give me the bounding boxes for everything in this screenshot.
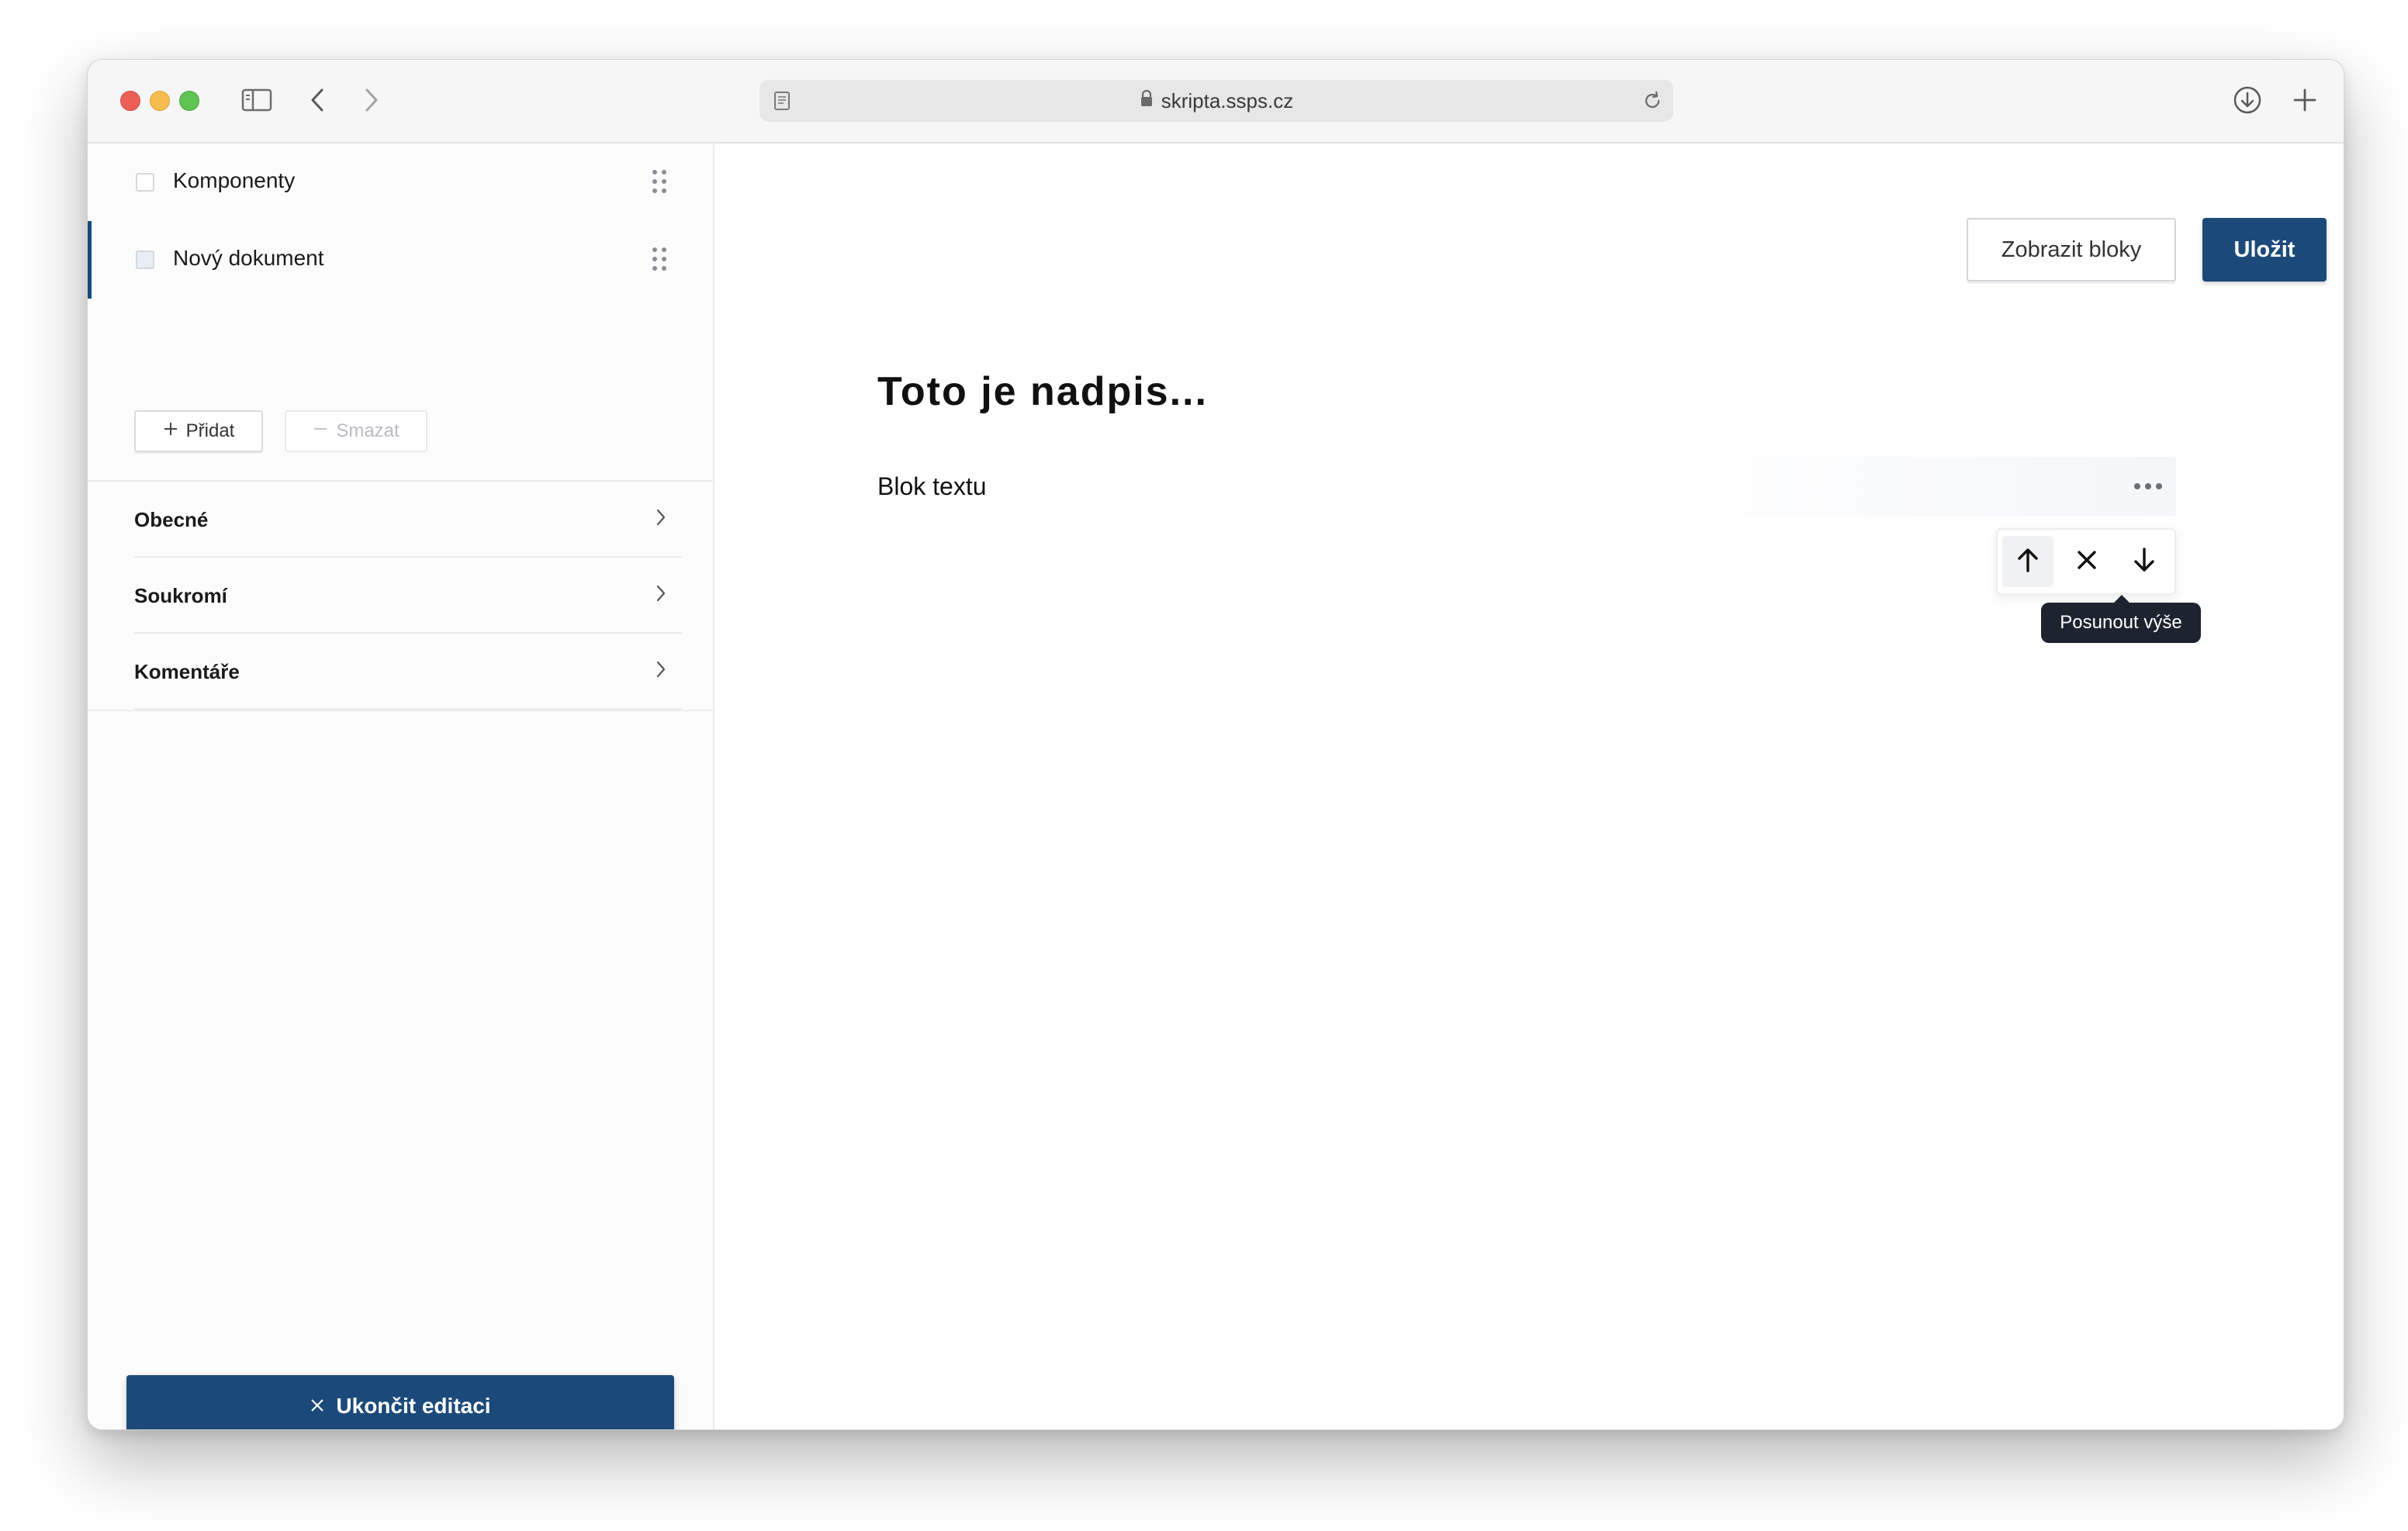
reload-icon[interactable]	[1642, 90, 1662, 116]
document-item-komponenty[interactable]: Komponenty	[88, 143, 713, 221]
section-label: Komentáře	[134, 660, 240, 683]
text-block-content[interactable]: Blok textu	[877, 472, 987, 501]
drag-handle-icon[interactable]	[652, 170, 668, 195]
move-down-button[interactable]	[2119, 536, 2170, 587]
new-tab-icon[interactable]	[2288, 83, 2322, 117]
close-icon	[2076, 549, 2098, 575]
move-up-button[interactable]	[2002, 536, 2053, 587]
document-item-novy-dokument[interactable]: Nový dokument	[88, 221, 713, 299]
close-icon	[310, 1394, 325, 1419]
delete-document-button[interactable]: Smazat	[285, 410, 427, 452]
drag-handle-icon[interactable]	[652, 247, 668, 272]
chevron-right-icon	[656, 508, 666, 530]
section-komentare[interactable]: Komentáře	[134, 634, 682, 710]
exit-editing-button[interactable]: Ukončit editaci	[126, 1375, 674, 1429]
back-icon[interactable]	[303, 83, 331, 117]
sidebar: Komponenty Nový dokument Přidat Smazat O…	[88, 143, 714, 1429]
browser-window: skripta.ssps.cz Komponenty Nový dokument…	[87, 59, 2344, 1430]
sidebar-divider	[88, 710, 713, 711]
more-options-icon[interactable]	[2134, 483, 2162, 491]
text-block[interactable]: Blok textu	[877, 457, 2176, 516]
section-label: Soukromí	[134, 584, 227, 607]
arrow-down-icon	[2133, 547, 2156, 577]
address-text: skripta.ssps.cz	[759, 80, 1673, 122]
document-label: Nový dokument	[173, 246, 324, 270]
zoom-window-button[interactable]	[179, 91, 199, 111]
delete-label: Smazat	[336, 420, 400, 441]
show-blocks-button[interactable]: Zobrazit bloky	[1967, 218, 2176, 282]
address-bar[interactable]: skripta.ssps.cz	[759, 80, 1673, 122]
download-icon[interactable]	[2230, 83, 2264, 117]
remove-block-button[interactable]	[2061, 536, 2112, 587]
exit-editing-label: Ukončit editaci	[336, 1394, 491, 1418]
forward-icon[interactable]	[358, 83, 386, 117]
browser-titlebar: skripta.ssps.cz	[88, 60, 2344, 143]
move-up-tooltip: Posunout výše	[2041, 595, 2201, 643]
minus-icon	[313, 420, 328, 442]
add-label: Přidat	[185, 420, 235, 441]
close-window-button[interactable]	[120, 91, 140, 111]
chevron-right-icon	[656, 660, 666, 683]
document-label: Komponenty	[173, 168, 296, 192]
editor-area: Zobrazit bloky Uložit Toto je nadpis... …	[714, 143, 2344, 1429]
section-obecne[interactable]: Obecné	[134, 482, 682, 558]
section-soukromi[interactable]: Soukromí	[134, 558, 682, 634]
section-label: Obecné	[134, 508, 209, 531]
add-document-button[interactable]: Přidat	[134, 410, 263, 452]
minimize-window-button[interactable]	[150, 91, 170, 111]
document-heading[interactable]: Toto je nadpis...	[877, 368, 1208, 415]
block-actions-toolbar	[1996, 528, 2176, 595]
document-checkbox[interactable]	[136, 251, 154, 269]
chevron-right-icon	[656, 584, 666, 607]
sidebar-toggle-icon[interactable]	[240, 83, 274, 117]
url-text: skripta.ssps.cz	[1161, 88, 1294, 112]
lock-icon	[1140, 89, 1154, 113]
arrow-up-icon	[2016, 547, 2040, 577]
plus-icon	[163, 420, 178, 442]
document-checkbox[interactable]	[136, 173, 154, 192]
save-button[interactable]: Uložit	[2202, 218, 2327, 282]
